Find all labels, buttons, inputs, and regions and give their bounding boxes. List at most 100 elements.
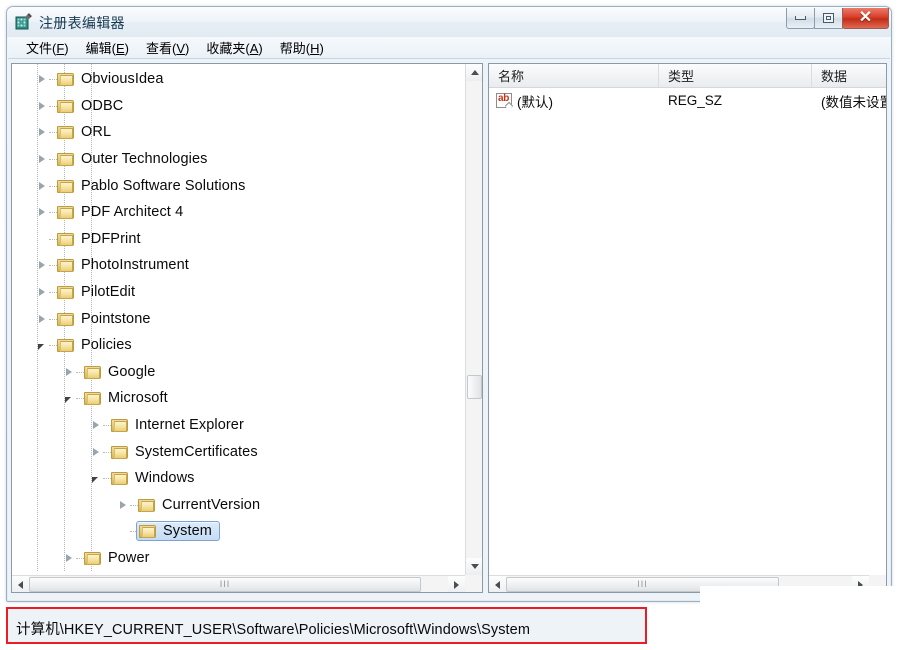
tree-node[interactable]: Windows [12, 465, 465, 492]
tree-vertical-scrollbar[interactable] [465, 64, 482, 575]
menu-accelerator: V [176, 41, 186, 56]
tree-node[interactable]: CurrentVersion [12, 492, 465, 519]
tree-node[interactable]: PDF Architect 4 [12, 199, 465, 226]
expand-triangle-icon[interactable] [33, 284, 49, 300]
folder-icon [139, 524, 156, 539]
registry-values-pane[interactable]: 名称 类型 数据 (默认) REG_SZ (数值未设置 III [488, 63, 887, 593]
tree-node-label: Pablo Software Solutions [81, 177, 246, 194]
title-bar[interactable]: 注册表编辑器 ✕ [7, 7, 891, 37]
tree-node[interactable]: Policies [12, 332, 465, 359]
tree-node-label: PilotEdit [81, 284, 136, 301]
tree-node[interactable]: Outer Technologies [12, 146, 465, 173]
chevron-up-icon [470, 70, 479, 75]
menu-item-3[interactable]: 查看(V) [138, 36, 198, 59]
tree-node-selected[interactable]: System [12, 518, 465, 545]
status-bar: 计算机\HKEY_CURRENT_USER\Software\Policies\… [6, 607, 892, 644]
tree-node-label: PDF Architect 4 [81, 204, 184, 221]
folder-icon [57, 205, 74, 220]
column-header-type[interactable]: 类型 [659, 64, 812, 87]
tree-node[interactable]: Microsoft [12, 385, 465, 412]
current-key-path: 计算机\HKEY_CURRENT_USER\Software\Policies\… [16, 622, 531, 638]
tree-scroll-left-button[interactable] [12, 576, 29, 592]
tree-connector-line [49, 265, 57, 267]
tree-horizontal-scrollbar[interactable]: III [12, 575, 465, 592]
tree-node[interactable]: PDFPrint [12, 226, 465, 253]
tree-node-label: Power [108, 549, 150, 566]
tree-scroll-right-button[interactable] [448, 576, 465, 592]
registry-tree-pane[interactable]: ObviousIdea ODBC ORL Outer Technologies Pabl… [11, 63, 483, 593]
tree-connector-line [49, 105, 57, 107]
tree-horizontal-scroll-thumb[interactable]: III [29, 577, 421, 592]
tree-connector-line [103, 425, 111, 427]
folder-icon [111, 418, 128, 433]
folder-icon [111, 471, 128, 486]
collapse-triangle-icon[interactable] [60, 390, 76, 406]
restore-icon [823, 13, 834, 23]
tree-node[interactable]: Power [12, 545, 465, 572]
tree-node[interactable]: ODBC [12, 93, 465, 120]
minimize-button[interactable] [786, 8, 815, 29]
expand-triangle-icon[interactable] [33, 257, 49, 273]
folder-icon [57, 72, 74, 87]
expand-triangle-icon[interactable] [33, 151, 49, 167]
tree-scroll-down-button[interactable] [466, 558, 482, 575]
collapse-triangle-icon[interactable] [33, 337, 49, 353]
expand-triangle-icon[interactable] [60, 364, 76, 380]
menu-item-5[interactable]: 帮助(H) [272, 36, 333, 59]
tree-node[interactable]: Pointstone [12, 305, 465, 332]
tree-vertical-scroll-thumb[interactable] [467, 375, 482, 399]
minimize-icon [795, 16, 806, 20]
values-horizontal-scroll-thumb[interactable]: III [506, 577, 779, 592]
values-column-headers: 名称 类型 数据 [489, 64, 886, 88]
menu-item-2[interactable]: 编辑(E) [78, 36, 138, 59]
tree-scrollbar-corner [465, 575, 482, 592]
menu-item-1[interactable]: 文件(F) [18, 36, 78, 59]
folder-icon [138, 498, 155, 512]
tree-node[interactable]: Pablo Software Solutions [12, 172, 465, 199]
tree-node[interactable]: ORL [12, 119, 465, 146]
close-button[interactable]: ✕ [842, 8, 889, 29]
tree-node[interactable]: PhotoInstrument [12, 252, 465, 279]
scroll-thumb-grip: III [637, 579, 648, 589]
expand-triangle-icon[interactable] [114, 497, 130, 513]
values-scroll-right-button[interactable] [852, 576, 869, 592]
values-horizontal-scrollbar[interactable]: III [489, 575, 869, 592]
tree-node-label: Policies [81, 337, 132, 354]
tree-node-label: SystemCertificates [135, 443, 258, 460]
tree-connector-line [76, 371, 84, 373]
expand-triangle-icon[interactable] [87, 417, 103, 433]
folder-icon [57, 338, 74, 353]
tree-node[interactable]: SystemCertificates [12, 438, 465, 465]
tree-node-label: ObviousIdea [81, 71, 164, 88]
menu-item-4[interactable]: 收藏夹(A) [198, 36, 271, 59]
string-value-icon [496, 93, 512, 108]
tree-connector-line [49, 159, 57, 161]
tree-connector-line [49, 79, 57, 81]
tree-node[interactable]: Internet Explorer [12, 412, 465, 439]
value-row[interactable]: (默认) REG_SZ (数值未设置 [489, 88, 886, 113]
tree-node-label: Google [108, 363, 156, 380]
values-scrollbar-corner [869, 575, 886, 592]
expand-triangle-icon[interactable] [33, 204, 49, 220]
tree-node[interactable]: PilotEdit [12, 279, 465, 306]
tree-node[interactable]: Google [12, 359, 465, 386]
expand-triangle-icon[interactable] [87, 444, 103, 460]
expand-triangle-icon[interactable] [33, 124, 49, 140]
column-header-data[interactable]: 数据 [812, 64, 886, 87]
tree-scroll-up-button[interactable] [466, 64, 482, 81]
expand-triangle-icon[interactable] [33, 311, 49, 327]
column-header-name[interactable]: 名称 [489, 64, 659, 87]
expand-triangle-icon[interactable] [33, 71, 49, 87]
expand-triangle-icon[interactable] [33, 98, 49, 114]
collapse-triangle-icon[interactable] [87, 470, 103, 486]
value-name-label: (默认) [517, 94, 553, 110]
expand-triangle-icon[interactable] [60, 550, 76, 566]
tree-node[interactable]: ObviousIdea [12, 66, 465, 93]
tree-list: ObviousIdea ODBC ORL Outer Technologies Pabl… [12, 64, 465, 572]
folder-icon [57, 232, 74, 246]
values-scroll-left-button[interactable] [489, 576, 506, 592]
restore-button[interactable] [814, 8, 843, 29]
folder-icon [84, 391, 101, 406]
expand-triangle-icon[interactable] [33, 178, 49, 194]
tree-node-label: CurrentVersion [162, 496, 261, 513]
